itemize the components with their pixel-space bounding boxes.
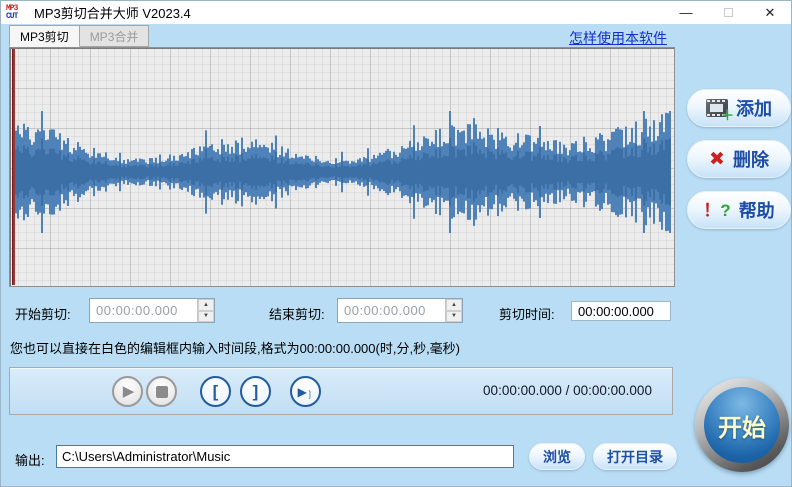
- set-end-bracket-button[interactable]: ]: [240, 376, 271, 407]
- set-start-bracket-button[interactable]: [: [200, 376, 231, 407]
- start-cut-spinbox[interactable]: 00:00:00.000 ▲ ▼: [89, 298, 215, 323]
- title-bar: MP3 CUT MP3剪切合并大师 V2023.4 — ✕: [1, 1, 791, 24]
- tab-mp3-merge[interactable]: MP3合并: [79, 25, 150, 47]
- app-window: MP3 CUT MP3剪切合并大师 V2023.4 — ✕ MP3剪切 MP3合…: [0, 0, 792, 487]
- end-cut-label: 结束剪切:: [269, 307, 325, 322]
- waveform-panel[interactable]: [9, 47, 675, 287]
- delete-button[interactable]: ✖ 删除: [687, 140, 791, 178]
- maximize-icon: [723, 8, 733, 17]
- output-path-input[interactable]: [56, 445, 514, 468]
- stop-icon: [155, 385, 168, 398]
- help-button[interactable]: ！? 帮助: [687, 191, 791, 229]
- help-button-label: 帮助: [738, 201, 775, 221]
- start-button-label: 开始: [718, 414, 766, 442]
- window-title: MP3剪切合并大师 V2023.4: [34, 6, 191, 21]
- player-time-display: 00:00:00.000 / 00:00:00.000: [483, 383, 652, 398]
- cut-duration-label: 剪切时间:: [499, 307, 555, 322]
- start-cut-spin-down-icon[interactable]: ▼: [198, 310, 214, 322]
- start-cut-value[interactable]: 00:00:00.000: [90, 299, 197, 322]
- end-cut-spin-down-icon[interactable]: ▼: [446, 310, 462, 322]
- playhead-cursor[interactable]: [12, 49, 15, 285]
- how-to-use-link[interactable]: 怎样使用本软件: [569, 28, 667, 48]
- start-button-face: 开始: [704, 387, 780, 463]
- close-button[interactable]: ✕: [749, 1, 791, 24]
- bracket-left-icon: [: [212, 382, 219, 401]
- output-label: 输出:: [15, 453, 45, 468]
- tab-bar: MP3剪切 MP3合并: [9, 25, 150, 47]
- delete-x-icon: ✖: [709, 148, 725, 170]
- app-icon-text-bottom: CUT: [6, 11, 18, 21]
- cut-duration-value: 00:00:00.000: [571, 301, 671, 321]
- maximize-button[interactable]: [707, 1, 749, 24]
- help-icon: ！?: [703, 200, 731, 220]
- open-directory-button[interactable]: 打开目录: [593, 443, 677, 470]
- window-controls: — ✕: [665, 1, 791, 24]
- tab-mp3-cut[interactable]: MP3剪切: [9, 25, 80, 47]
- delete-button-label: 删除: [732, 150, 769, 170]
- play-selection-button[interactable]: ▶ ❳: [290, 376, 321, 407]
- add-button-label: 添加: [736, 99, 772, 119]
- add-film-icon: ＋: [706, 99, 734, 122]
- stop-button[interactable]: [146, 376, 177, 407]
- end-cut-spinbox[interactable]: 00:00:00.000 ▲ ▼: [337, 298, 463, 323]
- app-icon: MP3 CUT: [6, 4, 28, 21]
- start-cut-label: 开始剪切:: [15, 307, 71, 322]
- end-cut-spinner: ▲ ▼: [445, 299, 462, 322]
- play-button[interactable]: ▶: [112, 376, 143, 407]
- start-button[interactable]: 开始: [695, 378, 789, 472]
- add-button[interactable]: ＋ 添加: [687, 89, 791, 127]
- play-icon: ▶: [122, 383, 135, 400]
- minimize-button[interactable]: —: [665, 1, 707, 24]
- play-selection-bracket-icon: ❳: [305, 389, 314, 399]
- end-cut-spin-up-icon[interactable]: ▲: [446, 299, 462, 311]
- format-hint-text: 您也可以直接在白色的编辑框内输入时间段,格式为00:00:00.000(时,分,…: [10, 341, 461, 356]
- browse-button[interactable]: 浏览: [529, 443, 585, 470]
- player-panel: ▶ [ ] ▶ ❳ 00:00:00.000 / 00:00:00.000: [9, 367, 673, 415]
- start-cut-spin-up-icon[interactable]: ▲: [198, 299, 214, 311]
- start-cut-spinner: ▲ ▼: [197, 299, 214, 322]
- end-cut-value[interactable]: 00:00:00.000: [338, 299, 445, 322]
- waveform-graphic: [15, 111, 671, 233]
- bracket-right-icon: ]: [252, 382, 259, 401]
